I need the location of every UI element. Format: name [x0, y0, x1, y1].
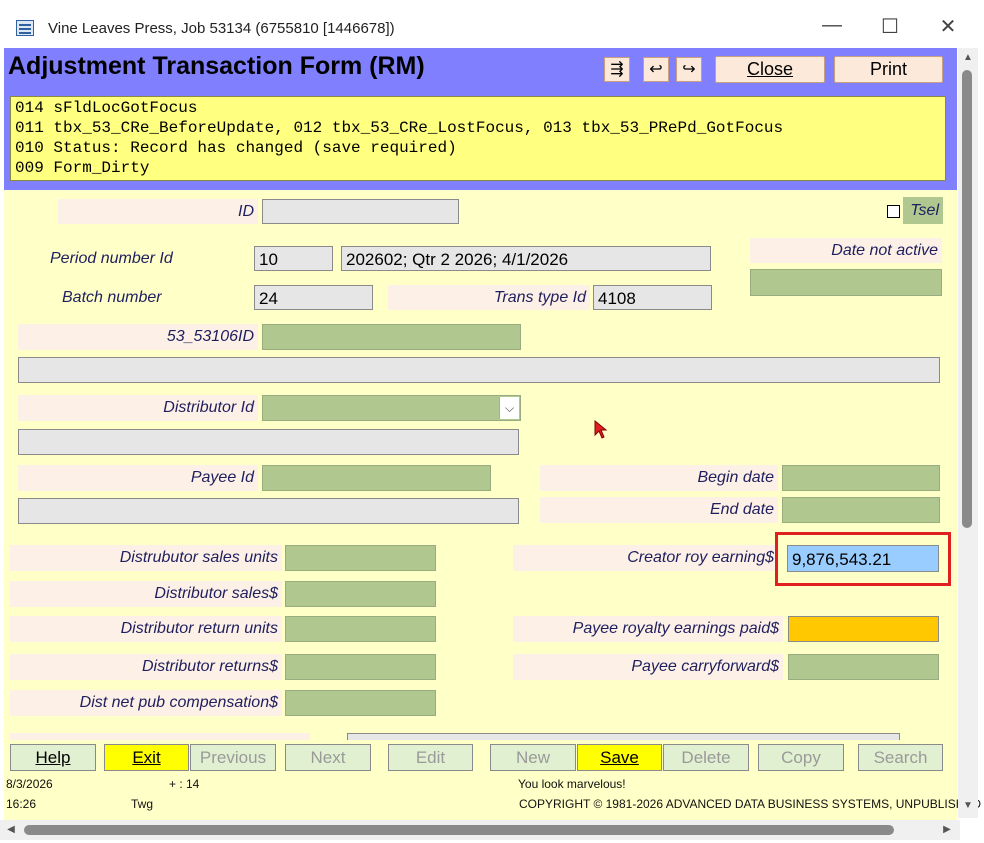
id-field[interactable] — [262, 199, 459, 224]
id-53106-desc — [18, 357, 940, 383]
begin-date-label: Begin date — [540, 465, 778, 491]
payee-paid-field[interactable] — [788, 616, 939, 642]
print-button[interactable]: Print — [834, 56, 943, 83]
distributor-label: Distributor Id — [18, 395, 258, 421]
delete-button[interactable]: Delete — [663, 744, 749, 771]
close-window-button[interactable]: ✕ — [928, 14, 968, 39]
payee-field[interactable] — [262, 465, 491, 491]
event-log: 014 sFldLocGotFocus 011 tbx_53_CRe_Befor… — [10, 96, 946, 181]
horizontal-scroll-thumb[interactable] — [24, 825, 894, 835]
payee-desc — [18, 498, 519, 524]
dist-sales-units-field[interactable] — [285, 545, 436, 571]
copy-button[interactable]: Copy — [758, 744, 844, 771]
scroll-left-icon[interactable]: ◀ — [4, 822, 18, 838]
status-date: 8/3/2026 — [6, 777, 53, 791]
menu-icon[interactable]: ⇶ — [604, 57, 630, 82]
new-button[interactable]: New — [490, 744, 576, 771]
dist-sales-label: Distributor sales$ — [10, 581, 282, 607]
begin-date-field[interactable] — [782, 465, 940, 491]
maximize-button[interactable]: ☐ — [870, 14, 910, 39]
previous-button[interactable]: Previous — [190, 744, 276, 771]
window-title: Vine Leaves Press, Job 53134 (6755810 [1… — [48, 20, 395, 37]
exit-button[interactable]: Exit — [104, 744, 189, 771]
status-copyright: COPYRIGHT © 1981-2026 ADVANCED DATA BUSI… — [519, 797, 982, 811]
dist-net-label: Dist net pub compensation$ — [10, 690, 282, 716]
payee-paid-label: Payee royalty earnings paid$ — [513, 616, 783, 642]
payee-label: Payee Id — [18, 465, 258, 491]
trans-type-label: Trans type Id — [388, 285, 590, 310]
period-label: Period number Id — [50, 250, 173, 267]
batch-label: Batch number — [62, 289, 162, 306]
form-title: Adjustment Transaction Form (RM) — [8, 52, 425, 80]
close-form-button[interactable]: Close — [715, 56, 825, 83]
log-line: 014 sFldLocGotFocus — [15, 99, 198, 117]
scroll-up-icon[interactable]: ▲ — [960, 52, 976, 66]
status-message: You look marvelous! — [518, 777, 626, 791]
scroll-right-icon[interactable]: ▶ — [940, 822, 954, 838]
app-icon — [16, 20, 34, 36]
period-desc-field: 202602; Qtr 2 2026; 4/1/2026 — [341, 246, 711, 271]
scroll-down-icon[interactable]: ▼ — [960, 800, 976, 814]
status-time: 16:26 — [6, 797, 37, 811]
log-line: 011 tbx_53_CRe_BeforeUpdate, 012 tbx_53_… — [15, 119, 784, 137]
id-label: ID — [58, 199, 258, 224]
redo-icon[interactable]: ↪ — [676, 57, 702, 82]
next-button[interactable]: Next — [285, 744, 371, 771]
save-button[interactable]: Save — [577, 744, 662, 771]
creator-roy-label: Creator roy earning$ — [513, 545, 778, 571]
edit-button[interactable]: Edit — [388, 744, 473, 771]
undo-icon[interactable]: ↩ — [643, 57, 669, 82]
distributor-combo[interactable] — [262, 395, 521, 421]
vertical-scroll-thumb[interactable] — [962, 70, 972, 528]
log-line: 010 Status: Record has changed (save req… — [15, 139, 457, 157]
minimize-button[interactable]: — — [812, 14, 852, 37]
date-not-active-field[interactable] — [750, 269, 942, 296]
date-not-active-label: Date not active — [750, 238, 942, 263]
batch-field[interactable]: 24 — [254, 285, 373, 310]
id-53106-field[interactable] — [262, 324, 521, 350]
tsel-checkbox[interactable] — [887, 205, 900, 218]
mouse-cursor-icon — [594, 420, 608, 439]
dist-returns-field[interactable] — [285, 654, 436, 680]
creator-roy-field[interactable]: 9,876,543.21 — [787, 545, 939, 572]
id-53106-label: 53_53106ID — [18, 324, 258, 350]
end-date-field[interactable] — [782, 497, 940, 523]
search-button[interactable]: Search — [858, 744, 943, 771]
payee-carry-label: Payee carryforward$ — [513, 654, 783, 680]
dist-sales-units-label: Distrubutor sales units — [10, 545, 282, 571]
log-line: 009 Form_Dirty — [15, 159, 150, 177]
dist-return-units-field[interactable] — [285, 616, 436, 642]
chevron-down-icon[interactable]: ⌵ — [499, 397, 519, 419]
dist-sales-field[interactable] — [285, 581, 436, 607]
tsel-label: Tsel — [903, 197, 943, 224]
status-user: Twg — [131, 797, 154, 811]
dist-net-field[interactable] — [285, 690, 436, 716]
end-date-label: End date — [540, 497, 778, 523]
status-counter: + : 14 — [169, 777, 200, 791]
distributor-desc — [18, 429, 519, 455]
period-id-field[interactable]: 10 — [254, 246, 333, 271]
payee-carry-field[interactable] — [788, 654, 939, 680]
help-button[interactable]: Help — [10, 744, 96, 771]
trans-type-field[interactable]: 4108 — [593, 285, 712, 310]
dist-return-units-label: Distributor return units — [10, 616, 282, 642]
dist-returns-label: Distributor returns$ — [10, 654, 282, 680]
